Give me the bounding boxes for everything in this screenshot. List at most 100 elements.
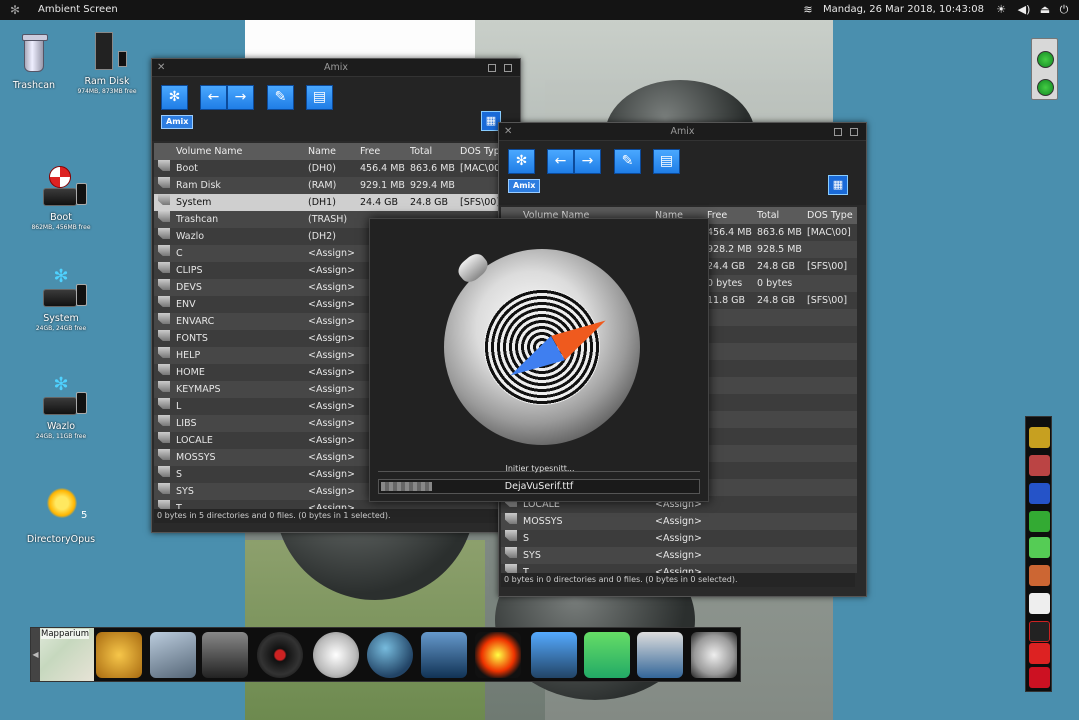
list-view-icon[interactable]: ▤: [306, 85, 333, 110]
window-titlebar[interactable]: ✕ Amix: [152, 59, 520, 77]
table-row[interactable]: T <Assign>: [501, 564, 857, 573]
status-bar: 0 bytes in 5 directories and 0 files. (0…: [154, 509, 518, 523]
col-total[interactable]: Total: [757, 207, 805, 224]
amix-badge[interactable]: Amix: [161, 115, 194, 129]
brightness-icon[interactable]: ☀: [993, 2, 1009, 18]
boot-desktop-icon[interactable]: Boot 862MB, 456MB free: [13, 164, 109, 231]
table-row[interactable]: Boot (DH0) 456.4 MB 863.6 MB [MAC\00]: [154, 160, 502, 177]
pencil-icon[interactable]: ✎: [267, 85, 294, 110]
forward-arrow-icon[interactable]: →: [227, 85, 254, 110]
cell-free: 928.2 MB: [707, 244, 752, 255]
compass-icon[interactable]: [313, 632, 359, 678]
cell-name: <Assign>: [655, 533, 703, 544]
pencil-icon[interactable]: ✎: [614, 149, 641, 174]
cell-name: <Assign>: [308, 435, 356, 446]
directoryopus-desktop-icon[interactable]: DirectoryOpus: [13, 486, 109, 545]
cell-name: <Assign>: [308, 367, 356, 378]
check-icon[interactable]: [1029, 667, 1050, 688]
clock[interactable]: Mandag, 26 Mar 2018, 10:43:08: [823, 4, 984, 15]
table-row[interactable]: SYS <Assign>: [501, 547, 857, 564]
ds-icon[interactable]: [1029, 621, 1050, 642]
table-row[interactable]: System (DH1) 24.4 GB 24.8 GB [SFS\00]: [154, 194, 502, 211]
amix-badge[interactable]: Amix: [508, 179, 541, 193]
depth-icon[interactable]: [504, 64, 512, 72]
column-header-row[interactable]: Volume Name Name Free Total DOS Type: [154, 143, 502, 160]
startup-splash-dialog: Initier typesnitt... DejaVuSerif.ttf: [369, 218, 709, 502]
eject-icon[interactable]: ⏏: [1037, 2, 1053, 18]
movie-clapper-icon[interactable]: [202, 632, 248, 678]
cell-dos-type: [SFS\00]: [807, 261, 848, 272]
close-icon[interactable]: ✕: [504, 123, 512, 141]
vinyl-record-icon[interactable]: [257, 632, 303, 678]
document-edit-icon[interactable]: [637, 632, 683, 678]
col-dos-type[interactable]: DOS Type: [460, 143, 502, 160]
col-volume-name[interactable]: Volume Name: [176, 143, 306, 160]
upload-drive-icon[interactable]: [531, 632, 577, 678]
col-free[interactable]: Free: [707, 207, 755, 224]
cell-volume: HELP: [176, 350, 201, 361]
col-free[interactable]: Free: [360, 143, 408, 160]
volume-icon: [505, 530, 517, 541]
back-arrow-icon[interactable]: ←: [547, 149, 574, 174]
volume-icon: [158, 160, 170, 171]
theater-mask-icon[interactable]: [96, 632, 142, 678]
globe-icon[interactable]: [367, 632, 413, 678]
diamond-icon[interactable]: [1029, 593, 1050, 614]
zoom-icon[interactable]: [488, 64, 496, 72]
cell-name: (DH0): [308, 163, 336, 174]
list-view-icon[interactable]: ▤: [653, 149, 680, 174]
cell-name: (TRASH): [308, 214, 348, 225]
butterfly-icon[interactable]: ✻: [161, 85, 188, 110]
butterfly-logo-icon[interactable]: ✻: [10, 3, 26, 17]
window-titlebar[interactable]: ✕ Amix: [499, 123, 866, 141]
cell-volume: DEVS: [176, 282, 202, 293]
monitor-icon[interactable]: [421, 632, 467, 678]
app-icon-1[interactable]: [1029, 427, 1050, 448]
volume-icon[interactable]: ◀): [1016, 2, 1032, 18]
topright-widget[interactable]: [1031, 38, 1058, 100]
cell-total: 0 bytes: [757, 278, 793, 289]
cell-volume: Wazlo: [176, 231, 205, 242]
table-row[interactable]: S <Assign>: [501, 530, 857, 547]
sdl-icon[interactable]: [1029, 483, 1050, 504]
table-row[interactable]: MOSSYS <Assign>: [501, 513, 857, 530]
volume-icon: [158, 381, 170, 392]
wazlo-desktop-icon[interactable]: ✻ Wazlo 24GB, 11GB free: [13, 373, 109, 440]
magnifier-icon[interactable]: [691, 632, 737, 678]
col-name[interactable]: Name: [308, 143, 358, 160]
cell-volume: LOCALE: [176, 435, 213, 446]
app-icon-4[interactable]: [1029, 511, 1050, 532]
grid-view-icon[interactable]: ▦: [828, 175, 848, 195]
cell-total: 863.6 MB: [410, 163, 455, 174]
col-dos-type[interactable]: DOS Type: [807, 207, 857, 224]
forward-arrow-icon[interactable]: →: [574, 149, 601, 174]
cell-name: (RAM): [308, 180, 337, 191]
close-icon[interactable]: ✕: [157, 59, 165, 77]
ramdisk-desktop-icon[interactable]: Ram Disk 974MB, 873MB free: [59, 28, 155, 95]
dock-handle[interactable]: ◀: [31, 628, 40, 681]
volume-icon: [158, 313, 170, 324]
red-icon[interactable]: [1029, 643, 1050, 664]
back-arrow-icon[interactable]: ←: [200, 85, 227, 110]
mapparium-map-icon[interactable]: Mapparium: [40, 628, 94, 681]
depth-icon[interactable]: [850, 128, 858, 136]
wifi-icon[interactable]: ≋: [800, 2, 816, 18]
scanner-icon[interactable]: [150, 632, 196, 678]
app-icon-6[interactable]: [1029, 565, 1050, 586]
col-total[interactable]: Total: [410, 143, 458, 160]
cell-name: <Assign>: [655, 567, 703, 573]
zoom-icon[interactable]: [834, 128, 842, 136]
table-row[interactable]: Ram Disk (RAM) 929.1 MB 929.4 MB: [154, 177, 502, 194]
download-drive-icon[interactable]: [584, 632, 630, 678]
system-desktop-icon[interactable]: ✻ System 24GB, 24GB free: [13, 265, 109, 332]
butterfly-icon[interactable]: ✻: [508, 149, 535, 174]
toolbar: ✻ ← → ✎ ▤ Amix ▦: [499, 141, 866, 205]
app-icon-2[interactable]: [1029, 455, 1050, 476]
cell-volume: S: [523, 533, 530, 544]
frog-icon[interactable]: [1029, 537, 1050, 558]
fireworks-icon[interactable]: [475, 632, 521, 678]
cell-name: <Assign>: [308, 384, 356, 395]
app-dock: ◀ Mapparium: [30, 627, 741, 682]
cell-dos-type: [MAC\00]: [807, 227, 851, 238]
power-icon[interactable]: ⏻: [1056, 2, 1072, 18]
